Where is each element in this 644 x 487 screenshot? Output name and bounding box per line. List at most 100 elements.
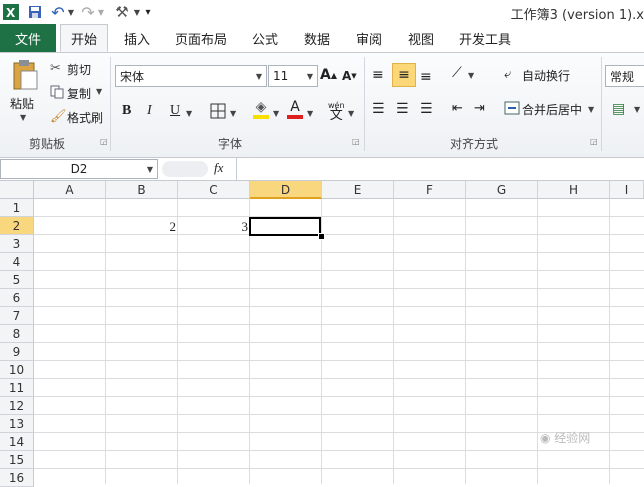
font-name-select[interactable]: 宋体 ▼ — [115, 65, 267, 87]
row-header-2[interactable]: 2 — [0, 217, 34, 235]
wrap-text-icon[interactable]: ⤶ — [504, 67, 511, 82]
tab-review[interactable]: 审阅 — [348, 24, 390, 52]
column-header-G[interactable]: G — [466, 181, 538, 199]
column-header-F[interactable]: F — [394, 181, 466, 199]
tools-dropdown-icon[interactable]: ▼ — [132, 3, 142, 21]
row-header-9[interactable]: 9 — [0, 343, 34, 361]
paste-icon[interactable] — [8, 57, 42, 93]
row-header-3[interactable]: 3 — [0, 235, 34, 253]
name-box-dropdown-icon[interactable]: ▼ — [147, 165, 153, 174]
align-bottom-icon[interactable]: ≡ — [420, 69, 432, 85]
formula-input[interactable] — [236, 158, 644, 180]
tab-view[interactable]: 视图 — [400, 24, 442, 52]
copy-icon[interactable] — [50, 85, 64, 99]
tab-formulas[interactable]: 公式 — [244, 24, 286, 52]
copy-button[interactable]: 复制 — [67, 85, 91, 102]
row-header-13[interactable]: 13 — [0, 415, 34, 433]
row-header-4[interactable]: 4 — [0, 253, 34, 271]
column-header-C[interactable]: C — [178, 181, 250, 199]
font-name-dropdown-icon[interactable]: ▼ — [256, 72, 262, 81]
customize-toolbar-icon[interactable]: ▾ — [142, 3, 154, 21]
fill-handle[interactable] — [318, 233, 325, 240]
row-header-6[interactable]: 6 — [0, 289, 34, 307]
column-header-E[interactable]: E — [322, 181, 394, 199]
align-right-icon[interactable]: ☰ — [420, 101, 433, 117]
underline-button[interactable]: U — [170, 103, 180, 119]
font-color-icon[interactable]: A — [287, 99, 303, 119]
row-header-15[interactable]: 15 — [0, 451, 34, 469]
tab-page-layout[interactable]: 页面布局 — [170, 24, 232, 52]
row-header-1[interactable]: 1 — [0, 199, 34, 217]
row-header-12[interactable]: 12 — [0, 397, 34, 415]
save-icon[interactable] — [26, 3, 44, 21]
undo-dropdown-icon[interactable]: ▼ — [66, 3, 76, 21]
column-header-I[interactable]: I — [610, 181, 644, 199]
column-header-H[interactable]: H — [538, 181, 610, 199]
redo-dropdown-icon[interactable]: ▼ — [96, 3, 106, 21]
copy-dropdown-icon[interactable]: ▼ — [96, 87, 102, 96]
borders-dropdown-icon[interactable]: ▼ — [230, 109, 236, 118]
number-format-select[interactable]: 常规 — [605, 65, 644, 87]
name-box[interactable]: D2 ▼ — [0, 159, 158, 179]
row-header-8[interactable]: 8 — [0, 325, 34, 343]
tools-icon[interactable]: ⚒ — [112, 3, 132, 21]
paste-dropdown-icon[interactable]: ▼ — [20, 113, 26, 122]
active-cell-D2[interactable] — [249, 217, 321, 236]
undo-icon[interactable]: ↶ — [50, 3, 66, 22]
cell-C2[interactable]: 3 — [178, 218, 249, 236]
merge-center-button[interactable]: 合并后居中 — [522, 101, 582, 118]
increase-indent-icon[interactable]: ⇥ — [474, 101, 485, 116]
font-launcher-icon[interactable]: ◲ — [352, 137, 360, 146]
align-top-icon[interactable]: ≡ — [372, 67, 384, 83]
cell-B2[interactable]: 2 — [106, 218, 177, 236]
cut-button[interactable]: 剪切 — [67, 61, 91, 78]
row-header-11[interactable]: 11 — [0, 379, 34, 397]
orientation-dropdown-icon[interactable]: ▼ — [468, 71, 474, 80]
orientation-icon[interactable]: ⟋ — [452, 65, 462, 81]
tab-developer[interactable]: 开发工具 — [452, 24, 518, 52]
merge-center-dropdown-icon[interactable]: ▼ — [588, 105, 594, 114]
column-header-B[interactable]: B — [106, 181, 178, 199]
row-header-10[interactable]: 10 — [0, 361, 34, 379]
font-size-dropdown-icon[interactable]: ▼ — [307, 72, 313, 81]
insert-function-button[interactable]: fx — [214, 160, 223, 176]
cut-icon[interactable]: ✂ — [50, 61, 61, 76]
decrease-indent-icon[interactable]: ⇤ — [452, 101, 463, 116]
italic-button[interactable]: I — [147, 103, 152, 119]
font-color-dropdown-icon[interactable]: ▼ — [307, 109, 313, 118]
tab-data[interactable]: 数据 — [296, 24, 338, 52]
formula-splitter[interactable] — [162, 161, 208, 177]
font-size-select[interactable]: 11 ▼ — [268, 65, 318, 87]
row-header-5[interactable]: 5 — [0, 271, 34, 289]
column-header-A[interactable]: A — [34, 181, 106, 199]
phonetic-dropdown-icon[interactable]: ▼ — [348, 109, 354, 118]
align-left-icon[interactable]: ☰ — [372, 101, 385, 117]
format-painter-button[interactable]: 格式刷 — [67, 109, 103, 126]
tab-home[interactable]: 开始 — [60, 24, 108, 52]
align-center-icon[interactable]: ☰ — [396, 101, 409, 117]
column-header-D[interactable]: D — [250, 181, 322, 199]
underline-dropdown-icon[interactable]: ▼ — [186, 109, 192, 118]
redo-icon[interactable]: ↷ — [80, 3, 96, 22]
paste-button[interactable]: 粘贴 — [10, 95, 34, 112]
format-painter-icon[interactable]: 🖌 — [50, 109, 67, 124]
phonetic-guide-icon[interactable]: wén 文 — [328, 101, 345, 122]
fill-color-dropdown-icon[interactable]: ▼ — [273, 109, 279, 118]
alignment-launcher-icon[interactable]: ◲ — [590, 137, 598, 146]
bold-button[interactable]: B — [122, 103, 131, 119]
merge-center-icon[interactable] — [504, 101, 520, 115]
row-header-7[interactable]: 7 — [0, 307, 34, 325]
clipboard-launcher-icon[interactable]: ◲ — [100, 137, 108, 146]
borders-icon[interactable] — [210, 103, 226, 119]
grow-font-icon[interactable]: A ▲ — [320, 67, 337, 83]
align-middle-icon[interactable]: ≡ — [392, 63, 416, 87]
fill-color-icon[interactable]: ◈ — [253, 99, 269, 119]
row-header-14[interactable]: 14 — [0, 433, 34, 451]
accounting-format-icon[interactable]: ▤ — [612, 101, 625, 117]
tab-file[interactable]: 文件 — [0, 24, 56, 52]
shrink-font-icon[interactable]: A ▼ — [342, 69, 357, 83]
row-header-16[interactable]: 16 — [0, 469, 34, 487]
wrap-text-button[interactable]: 自动换行 — [522, 67, 570, 84]
accounting-dropdown-icon[interactable]: ▼ — [634, 105, 640, 114]
tab-insert[interactable]: 插入 — [116, 24, 158, 52]
